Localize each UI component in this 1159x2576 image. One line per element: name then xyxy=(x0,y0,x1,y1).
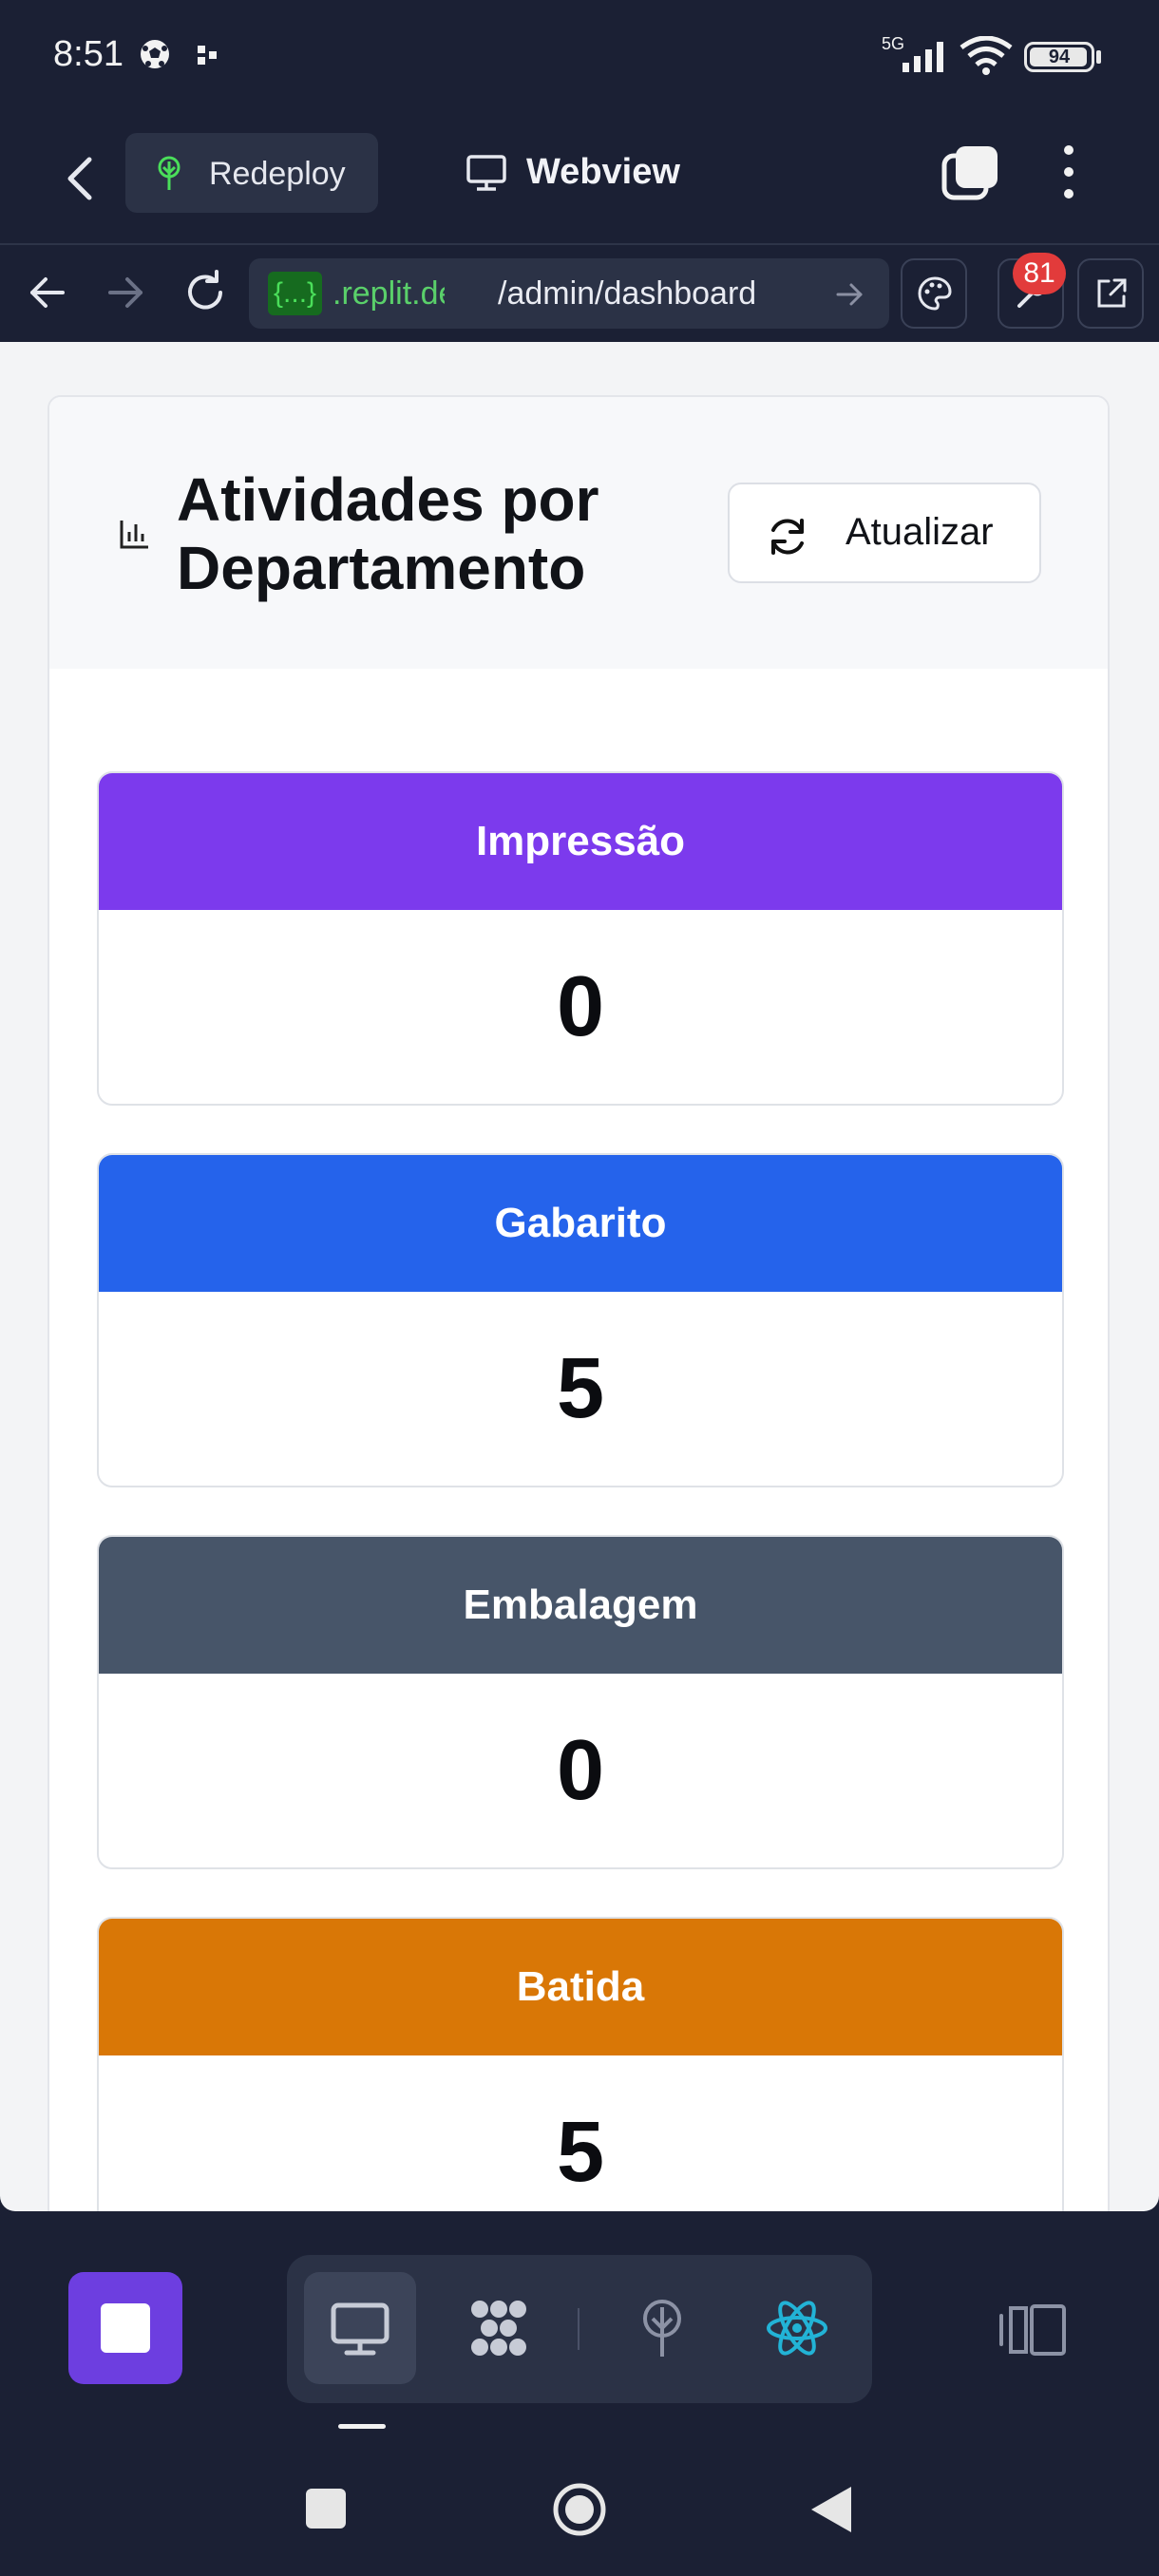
react-icon xyxy=(767,2301,827,2356)
workflow-icon xyxy=(471,2301,526,2356)
stop-button[interactable] xyxy=(68,2272,182,2384)
dots-icon xyxy=(198,46,217,65)
deployments-dock-button[interactable] xyxy=(606,2272,718,2384)
notification-badge: 81 xyxy=(1013,253,1066,294)
go-arrow-icon[interactable] xyxy=(832,277,866,312)
signal-icon: 5G xyxy=(882,34,952,74)
open-external-button[interactable] xyxy=(1077,258,1144,329)
more-options-icon[interactable] xyxy=(1054,141,1083,203)
battery-tip xyxy=(1096,50,1101,64)
refresh-button[interactable]: Atualizar xyxy=(728,483,1041,583)
deploy-icon xyxy=(643,2300,681,2357)
department-card-impressao: Impressão 0 xyxy=(97,771,1064,1106)
battery-icon: 94 xyxy=(1024,42,1094,72)
layout-icon[interactable] xyxy=(998,2302,1070,2358)
recents-icon[interactable] xyxy=(306,2489,346,2529)
react-dock-button[interactable] xyxy=(741,2272,853,2384)
redeploy-label: Redeploy xyxy=(209,156,346,192)
soccer-ball-icon xyxy=(141,40,169,68)
deploy-icon xyxy=(158,156,180,190)
department-count: 5 xyxy=(556,1340,605,1436)
department-count: 0 xyxy=(556,958,605,1054)
bar-chart-icon xyxy=(120,521,148,549)
dock-separator xyxy=(578,2308,580,2350)
desktop-icon xyxy=(331,2302,390,2356)
department-card-embalagem: Embalagem 0 xyxy=(97,1535,1064,1869)
department-header: Embalagem xyxy=(99,1537,1062,1674)
url-field[interactable]: {...} .replit.de /admin/dashboard xyxy=(249,258,889,329)
status-time: 8:51 xyxy=(53,34,124,74)
workflows-dock-button[interactable] xyxy=(443,2272,555,2384)
dock-tools xyxy=(287,2255,872,2403)
webview-title: Webview xyxy=(526,152,680,192)
bottom-dock xyxy=(0,2211,1159,2439)
redeploy-button[interactable]: Redeploy xyxy=(125,133,378,213)
department-header: Batida xyxy=(99,1919,1062,2055)
url-host: .replit.de xyxy=(332,275,445,312)
department-count: 5 xyxy=(556,2104,605,2200)
refresh-icon xyxy=(771,519,804,555)
department-card-gabarito: Gabarito 5 xyxy=(97,1153,1064,1487)
webview-content: Atividades por Departamento Atualizar Im… xyxy=(0,342,1159,2211)
refresh-label: Atualizar xyxy=(846,511,994,553)
theme-button[interactable] xyxy=(901,258,967,329)
department-header: Impressão xyxy=(99,773,1062,910)
browser-toolbar: {...} .replit.de /admin/dashboard xyxy=(0,245,1159,342)
browser-forward-icon[interactable] xyxy=(103,270,148,315)
department-header: Gabarito xyxy=(99,1155,1062,1292)
dashboard-card: Atividades por Departamento Atualizar Im… xyxy=(48,395,1110,2211)
page-title: Atividades por Departamento xyxy=(177,465,599,602)
wifi-icon xyxy=(960,36,1013,75)
card-header: Atividades por Departamento Atualizar xyxy=(49,397,1108,669)
status-bar: 8:51 5G 94 xyxy=(0,0,1159,114)
back-arrow-icon[interactable] xyxy=(55,148,104,209)
stop-icon xyxy=(101,2303,150,2353)
url-path: /admin/dashboard xyxy=(498,275,757,312)
battery-level: 94 xyxy=(1048,47,1071,67)
tabs-icon[interactable] xyxy=(940,142,1001,203)
system-back-icon[interactable] xyxy=(809,2485,853,2534)
monitor-icon xyxy=(466,155,506,191)
webview-dock-button[interactable] xyxy=(304,2272,416,2384)
dock-indicator xyxy=(338,2424,386,2429)
department-count: 0 xyxy=(556,1722,605,1818)
external-link-icon xyxy=(1097,278,1127,308)
browser-back-icon[interactable] xyxy=(25,270,70,315)
system-nav-bar xyxy=(0,2439,1159,2576)
url-badge: {...} xyxy=(268,272,323,315)
department-list: Impressão 0 Gabarito 5 Embalagem 0 Batid… xyxy=(97,771,1064,2211)
palette-icon xyxy=(918,276,952,311)
department-card-batida: Batida 5 xyxy=(97,1917,1064,2211)
home-icon[interactable] xyxy=(551,2481,608,2538)
app-header: Redeploy Webview xyxy=(0,114,1159,245)
reload-icon[interactable] xyxy=(182,270,228,315)
